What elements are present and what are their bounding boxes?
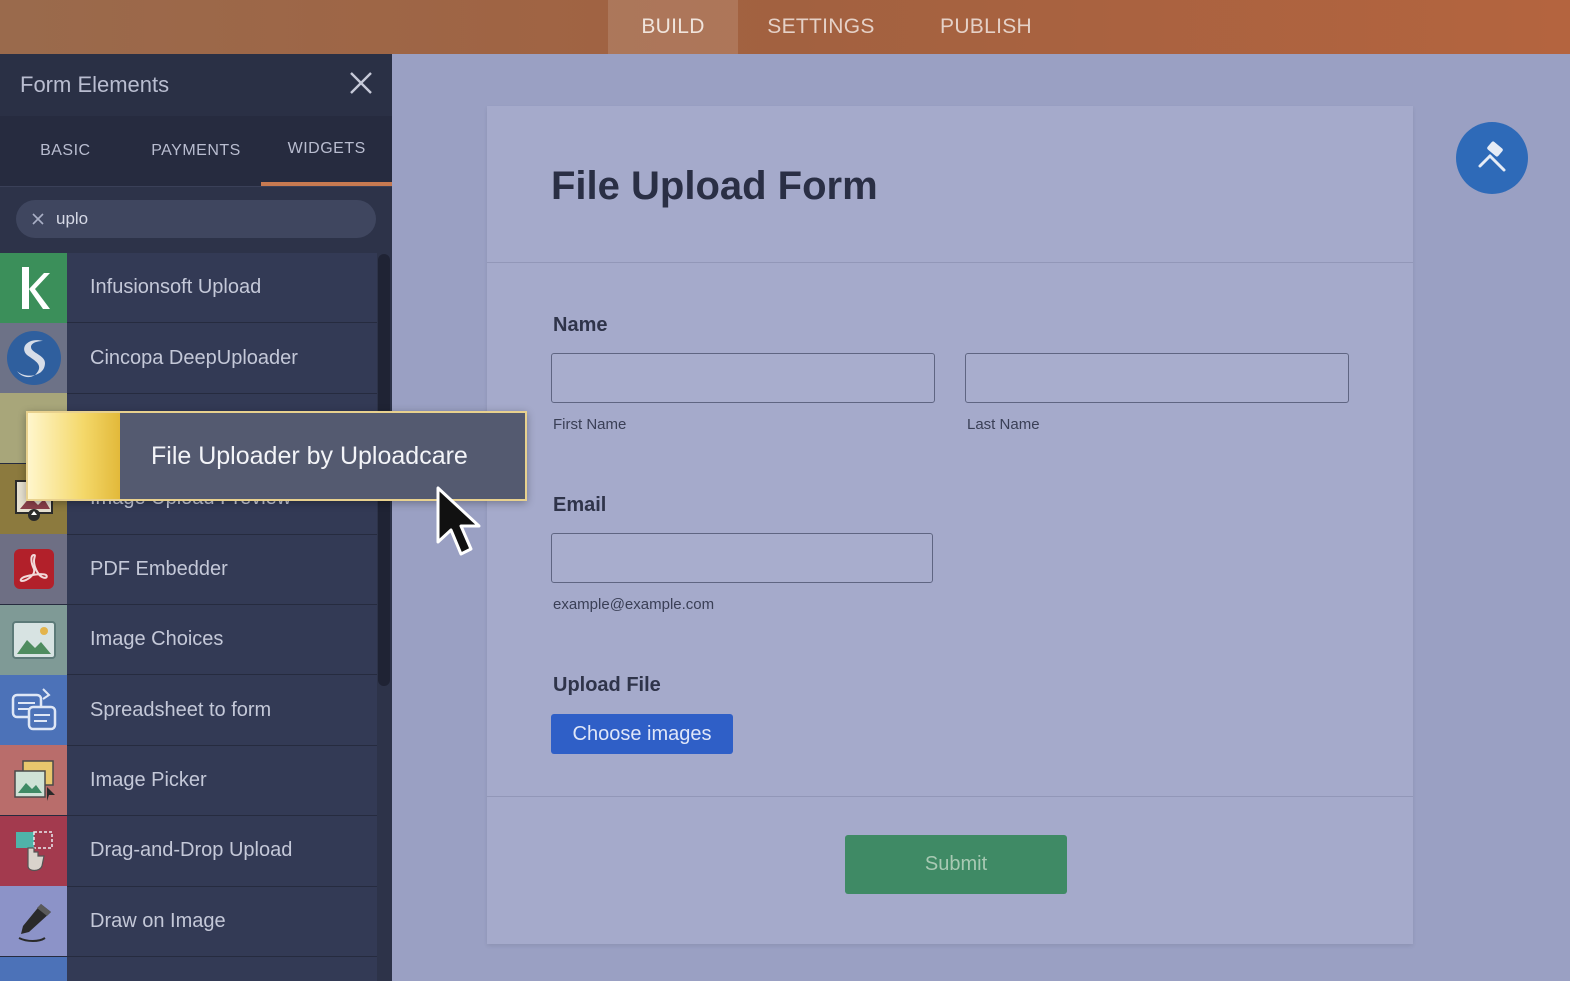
paint-roller-icon <box>1478 141 1506 172</box>
email-input[interactable] <box>551 533 933 583</box>
last-name-sublabel: Last Name <box>967 416 1040 433</box>
tab-settings[interactable]: SETTINGS <box>738 0 904 54</box>
widget-label: Infusionsoft Upload <box>90 276 262 299</box>
widget-list: Infusionsoft Upload Cincopa DeepUploader <box>0 252 377 981</box>
widget-label: Spreadsheet to form <box>90 698 272 721</box>
image-picker-icon <box>0 745 67 816</box>
infusionsoft-icon <box>0 252 67 323</box>
panel-title: Form Elements <box>20 72 170 97</box>
widget-label: Draw on Image <box>90 909 226 932</box>
widget-label: PDF Embedder <box>90 557 228 580</box>
widget-image-choices[interactable]: Image Choices <box>0 604 377 676</box>
widget-partial[interactable] <box>0 956 377 981</box>
panel-tabs: BASIC PAYMENTS WIDGETS <box>0 116 392 186</box>
mouse-pointer-icon <box>436 486 481 556</box>
email-sublabel: example@example.com <box>553 596 715 613</box>
tab-build[interactable]: BUILD <box>608 0 738 54</box>
widget-cincopa-deepuploader[interactable]: Cincopa DeepUploader <box>0 323 377 394</box>
email-label: Email <box>553 494 607 516</box>
tab-basic[interactable]: BASIC <box>0 116 131 186</box>
dragged-widget-label: File Uploader by Uploadcare <box>151 441 468 470</box>
search-bar <box>0 186 392 252</box>
last-name-input[interactable] <box>965 353 1349 403</box>
form-title[interactable]: File Upload Form <box>551 164 878 209</box>
form-elements-panel: Form Elements BASIC PAYMENTS WIDGETS upl… <box>0 54 392 981</box>
widget-drag-and-drop-upload[interactable]: Drag-and-Drop Upload <box>0 815 377 887</box>
first-name-input[interactable] <box>551 353 935 403</box>
choose-images-button[interactable]: Choose images <box>551 714 733 754</box>
widget-partial-icon <box>0 956 67 981</box>
draw-icon <box>0 886 67 957</box>
tab-publish[interactable]: PUBLISH <box>904 0 1068 54</box>
upload-file-label: Upload File <box>553 674 661 696</box>
form-card: File Upload Form Name First Name Last Na… <box>487 106 1413 944</box>
pdf-icon <box>0 534 67 605</box>
widget-infusionsoft-upload[interactable]: Infusionsoft Upload <box>0 252 377 324</box>
first-name-sublabel: First Name <box>553 416 627 433</box>
search-box <box>16 200 376 238</box>
tab-widgets[interactable]: WIDGETS <box>261 116 392 186</box>
widget-label: Image Picker <box>90 768 207 791</box>
search-input[interactable] <box>56 209 336 229</box>
close-icon[interactable] <box>346 68 376 98</box>
panel-header: Form Elements <box>0 54 392 116</box>
widget-draw-on-image[interactable]: Draw on Image <box>0 886 377 957</box>
top-nav: BUILD SETTINGS PUBLISH <box>608 0 1068 54</box>
name-label: Name <box>553 314 608 336</box>
form-divider <box>487 796 1413 797</box>
drag-drop-icon <box>0 815 67 886</box>
cincopa-icon <box>0 323 67 394</box>
widget-image-picker[interactable]: Image Picker <box>0 745 377 817</box>
clear-search-icon[interactable] <box>30 211 46 227</box>
submit-button[interactable]: Submit <box>845 835 1067 894</box>
tab-payments[interactable]: PAYMENTS <box>131 116 262 186</box>
widget-label: Drag-and-Drop Upload <box>90 839 293 862</box>
uploadcare-icon <box>28 413 120 499</box>
top-bar: BUILD SETTINGS PUBLISH <box>0 0 1570 54</box>
form-designer-button[interactable] <box>1456 122 1528 194</box>
widget-spreadsheet-to-form[interactable]: Spreadsheet to form <box>0 675 377 746</box>
widget-label: Cincopa DeepUploader <box>90 346 298 369</box>
widget-pdf-embedder[interactable]: PDF Embedder <box>0 534 377 605</box>
image-choices-icon <box>0 604 67 675</box>
spreadsheet-icon <box>0 675 67 746</box>
widget-label: Image Choices <box>90 628 224 651</box>
